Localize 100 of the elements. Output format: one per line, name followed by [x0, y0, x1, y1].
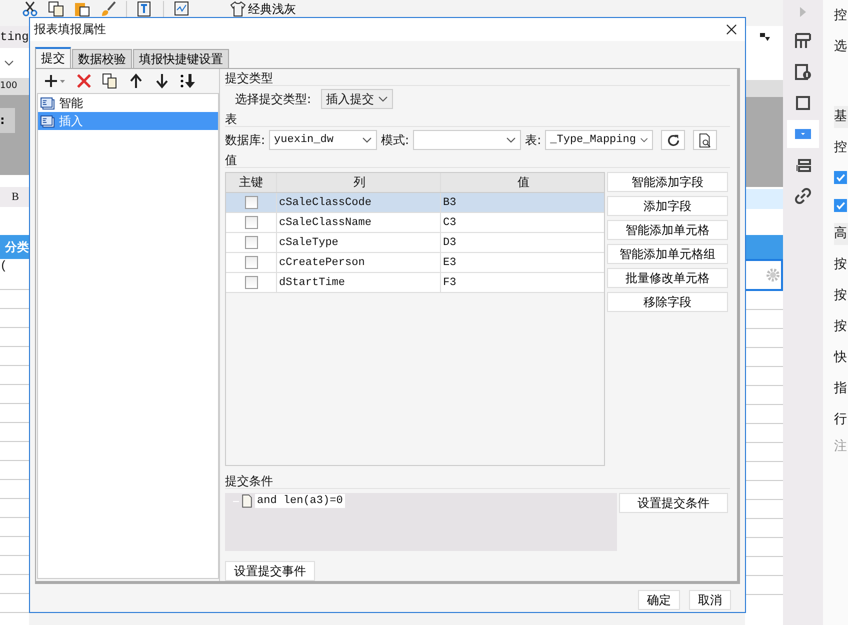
panel-label: 按	[834, 318, 848, 336]
arrow-up-icon[interactable]	[128, 73, 144, 89]
field-label: 选择提交类型:	[235, 90, 312, 108]
dialog-button[interactable]: 确定	[638, 590, 680, 610]
row-header: :	[0, 108, 15, 133]
column-header	[745, 189, 783, 209]
paste-icon[interactable]	[74, 1, 90, 17]
table-cell: cSaleType	[279, 236, 338, 248]
table-cell: dStartTime	[279, 276, 346, 288]
checkbox[interactable]	[244, 196, 258, 209]
column-header: B	[0, 187, 29, 207]
set-condition-button[interactable]: 设置提交条件	[619, 493, 728, 513]
action-button[interactable]: 智能添加单元格	[607, 220, 728, 240]
scissors-icon[interactable]	[22, 1, 38, 17]
copy-icon[interactable]	[48, 1, 64, 17]
field-label: 数据库:	[225, 132, 266, 148]
add-icon[interactable]	[44, 73, 66, 89]
panel-label: 控	[834, 139, 848, 157]
section-heading: 值	[225, 153, 239, 167]
table-cell: C3	[443, 216, 456, 228]
document-search-icon	[698, 132, 713, 148]
chevron-down-icon[interactable]	[4, 60, 14, 66]
column-header[interactable]: 主键	[226, 173, 277, 192]
checkbox[interactable]	[244, 276, 258, 289]
form-field-icon[interactable]	[795, 157, 811, 173]
chevron-down-icon[interactable]	[640, 137, 648, 143]
panel-note: 注	[834, 438, 848, 456]
text-box-icon[interactable]	[137, 1, 153, 17]
table-row[interactable]: cSaleClassCode B3	[226, 193, 604, 213]
panel-label: 按	[834, 256, 848, 274]
close-icon[interactable]	[726, 24, 737, 35]
info-table-icon[interactable]	[795, 64, 811, 80]
checkbox[interactable]	[244, 236, 258, 249]
dialog-button[interactable]: 取消	[689, 590, 731, 610]
chevron-down-icon[interactable]	[506, 137, 516, 143]
field-label: 模式:	[381, 132, 410, 148]
action-button[interactable]: 批量修改单元格	[607, 268, 728, 288]
action-button[interactable]: 智能添加字段	[607, 172, 728, 192]
refresh-icon	[666, 132, 681, 148]
panel-section-header[interactable]: 高	[834, 223, 848, 245]
column-header[interactable]: 值	[441, 173, 604, 192]
chart-icon[interactable]	[174, 1, 190, 17]
panel-section-header[interactable]: 基	[834, 106, 848, 128]
link-icon[interactable]	[795, 188, 811, 204]
checkbox[interactable]	[834, 198, 847, 212]
chevron-down-icon[interactable]	[378, 96, 388, 102]
table-row[interactable]: dStartTime F3	[226, 273, 604, 293]
action-button[interactable]: 移除字段	[607, 292, 728, 312]
submit-type-dropdown[interactable]: 插入提交	[321, 89, 394, 109]
square-icon[interactable]	[795, 95, 811, 111]
header-cell	[745, 235, 783, 259]
checkbox[interactable]	[834, 170, 847, 184]
table-cell: B3	[443, 196, 456, 208]
table-row[interactable]: cCreatePerson E3	[226, 253, 604, 273]
action-button[interactable]: 智能添加单元格组	[607, 244, 728, 264]
table-cell: cSaleClassCode	[279, 196, 372, 208]
action-button[interactable]: 添加字段	[607, 196, 728, 216]
table-row[interactable]: cSaleClassName C3	[226, 213, 604, 233]
arrow-down-icon[interactable]	[154, 73, 170, 89]
form-icon	[40, 96, 55, 110]
panel-label: 选	[834, 38, 848, 56]
ruler	[745, 80, 783, 97]
section-heading: 提交条件	[225, 474, 275, 488]
list-item[interactable]: 智能	[38, 94, 218, 112]
table-dropdown[interactable]: _Type_Mapping	[545, 130, 654, 150]
chevron-down-icon[interactable]	[362, 137, 372, 143]
field-label: 表:	[525, 132, 542, 148]
condition-text[interactable]: and len(a3)=0	[255, 494, 345, 508]
set-event-button[interactable]: 设置提交事件	[225, 561, 315, 581]
table-cell: E3	[443, 256, 456, 268]
flag-icon[interactable]	[759, 32, 771, 42]
database-dropdown[interactable]: yuexin_dw	[269, 130, 378, 150]
tab[interactable]: 填报快捷键设置	[133, 49, 229, 68]
form-icon	[40, 114, 55, 128]
brush-icon[interactable]	[100, 1, 116, 17]
table-cell: F3	[443, 276, 456, 288]
name-field[interactable]: ting	[0, 26, 29, 48]
theme-button[interactable]: 经典浅灰	[200, 1, 296, 17]
column-header[interactable]: 列	[277, 173, 441, 192]
table-row[interactable]: cSaleType D3	[226, 233, 604, 253]
move-to-bottom-icon[interactable]	[180, 73, 196, 89]
checkbox[interactable]	[244, 256, 258, 269]
dropdown-icon[interactable]	[795, 126, 811, 142]
panel-label: 控	[834, 7, 848, 25]
panel-label: 行	[834, 411, 848, 429]
layout-icon[interactable]	[795, 33, 811, 49]
section-heading: 提交类型	[225, 71, 275, 85]
preview-button[interactable]	[693, 130, 718, 150]
refresh-button[interactable]	[661, 130, 686, 150]
checkbox[interactable]	[244, 216, 258, 229]
table-cell: cCreatePerson	[279, 256, 365, 268]
document-icon	[241, 494, 253, 508]
table-cell: cSaleClassName	[279, 216, 372, 228]
shirt-icon	[230, 1, 246, 17]
dialog-title: 报表填报属性	[34, 21, 106, 38]
delete-icon[interactable]	[76, 73, 92, 89]
tab[interactable]: 提交	[35, 47, 71, 68]
copy-icon[interactable]	[102, 73, 118, 89]
header-cell: 分类	[0, 235, 29, 259]
tab[interactable]: 数据校验	[72, 49, 132, 68]
